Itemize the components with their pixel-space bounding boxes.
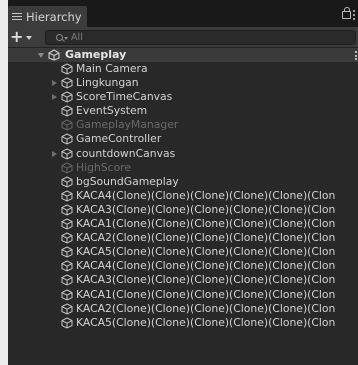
gameobject-cube-icon [61, 204, 73, 216]
gameobject-row[interactable]: Main Camera [8, 62, 358, 76]
gameobject-row[interactable]: bgSoundGameplay [8, 175, 358, 189]
gameobject-cube-icon [61, 176, 73, 188]
search-icon[interactable] [56, 34, 63, 41]
gameobject-row[interactable]: GameplayManager [8, 118, 358, 132]
gameobject-cube-icon [61, 147, 73, 160]
gameobject-row[interactable]: HighScore [8, 161, 358, 175]
gameobject-row[interactable]: KACA5(Clone)(Clone)(Clone)(Clone)(Clone)… [8, 316, 358, 330]
gameobject-cube-icon [61, 91, 73, 103]
foldout-expanded-icon[interactable] [38, 53, 44, 58]
gameobject-name: KACA1(Clone)(Clone)(Clone)(Clone)(Clone)… [76, 217, 336, 231]
gameobject-name: KACA4(Clone)(Clone)(Clone)(Clone)(Clone)… [76, 259, 336, 273]
gameobject-name: GameController [76, 132, 162, 146]
gameobject-name: countdownCanvas [76, 146, 176, 160]
gameobject-row[interactable]: KACA3(Clone)(Clone)(Clone)(Clone)(Clone)… [8, 273, 358, 287]
gameobject-row[interactable]: countdownCanvas [8, 147, 358, 161]
gameobject-row[interactable]: KACA2(Clone)(Clone)(Clone)(Clone)(Clone)… [8, 302, 358, 316]
gameobject-cube-icon [61, 288, 73, 301]
gameobject-cube-icon [61, 218, 73, 230]
scene-name: Gameplay [65, 48, 127, 61]
hierarchy-window: Hierarchy + Gameplay Ma [8, 0, 358, 365]
gameobject-name: Lingkungan [76, 76, 139, 90]
lock-icon[interactable] [342, 7, 351, 19]
gameobject-name: KACA2(Clone)(Clone)(Clone)(Clone)(Clone)… [76, 301, 336, 315]
gameobject-cube-icon [61, 232, 73, 244]
scene-row[interactable]: Gameplay [8, 48, 358, 62]
hamburger-menu-icon[interactable] [12, 12, 22, 21]
gameobject-name: KACA5(Clone)(Clone)(Clone)(Clone)(Clone)… [76, 245, 336, 259]
gameobject-cube-icon [61, 303, 73, 315]
tab-label: Hierarchy [26, 9, 82, 24]
gameobject-row[interactable]: KACA1(Clone)(Clone)(Clone)(Clone)(Clone)… [8, 288, 358, 302]
gameobject-name: KACA3(Clone)(Clone)(Clone)(Clone)(Clone)… [76, 273, 336, 287]
search-filter-dropdown-icon[interactable] [64, 37, 68, 40]
search-input[interactable] [71, 31, 341, 44]
gameobject-row[interactable]: KACA2(Clone)(Clone)(Clone)(Clone)(Clone)… [8, 231, 358, 245]
gameobject-cube-icon [61, 274, 73, 286]
hierarchy-toolbar: + [8, 27, 358, 48]
gameobject-cube-icon [61, 133, 73, 146]
gameobject-cube-icon [61, 63, 73, 75]
gameobject-name: KACA2(Clone)(Clone)(Clone)(Clone)(Clone)… [76, 231, 336, 245]
chevron-down-icon [26, 36, 33, 40]
gameobject-name: ScoreTimeCanvas [76, 90, 173, 104]
gameobject-cube-icon [61, 119, 73, 131]
gameobject-cube-icon [61, 246, 73, 258]
gameobject-cube-icon [61, 77, 73, 89]
gameobject-row[interactable]: KACA4(Clone)(Clone)(Clone)(Clone)(Clone)… [8, 189, 358, 203]
scene-kebab-menu-icon[interactable] [355, 51, 357, 60]
gameobject-name: KACA5(Clone)(Clone)(Clone)(Clone)(Clone)… [76, 315, 336, 329]
gameobject-name: HighScore [76, 160, 132, 174]
gameobject-row[interactable]: EventSystem [8, 104, 358, 118]
tab-hierarchy[interactable]: Hierarchy [8, 6, 87, 27]
plus-icon: + [10, 27, 24, 46]
gameobject-row[interactable]: KACA3(Clone)(Clone)(Clone)(Clone)(Clone)… [8, 203, 358, 217]
gameobject-row[interactable]: ScoreTimeCanvas [8, 90, 358, 104]
foldout-collapsed-icon[interactable] [52, 80, 57, 87]
gameobject-cube-icon [61, 162, 73, 174]
gameobject-row[interactable]: Lingkungan [8, 76, 358, 90]
tab-bar: Hierarchy [8, 0, 358, 27]
gameobject-row[interactable]: KACA5(Clone)(Clone)(Clone)(Clone)(Clone)… [8, 245, 358, 259]
gameobject-name: EventSystem [76, 104, 148, 118]
gameobject-cube-icon [61, 317, 73, 329]
gameobject-cube-icon [61, 105, 73, 117]
gameobject-name: KACA3(Clone)(Clone)(Clone)(Clone)(Clone)… [76, 202, 336, 216]
foldout-collapsed-icon[interactable] [52, 94, 57, 101]
hierarchy-tree: Gameplay Main Camera Lingkungan ScoreTimeC… [8, 48, 358, 330]
gameobject-row[interactable]: KACA4(Clone)(Clone)(Clone)(Clone)(Clone)… [8, 259, 358, 273]
foldout-collapsed-icon[interactable] [52, 150, 57, 157]
gameobject-row[interactable]: KACA1(Clone)(Clone)(Clone)(Clone)(Clone)… [8, 217, 358, 231]
unity-scene-icon [48, 49, 60, 61]
gameobject-name: GameplayManager [76, 118, 179, 132]
gameobject-row[interactable]: GameController [8, 132, 358, 146]
kebab-menu-icon[interactable] [353, 10, 355, 20]
gameobject-name: bgSoundGameplay [76, 174, 179, 188]
gameobject-name: KACA4(Clone)(Clone)(Clone)(Clone)(Clone)… [76, 188, 336, 202]
gameobject-cube-icon [61, 190, 73, 202]
add-object-button[interactable]: + [10, 28, 36, 46]
gameobject-cube-icon [61, 260, 73, 272]
gameobject-name: KACA1(Clone)(Clone)(Clone)(Clone)(Clone)… [76, 287, 336, 301]
gameobject-name: Main Camera [76, 62, 148, 75]
search-field[interactable] [45, 30, 356, 45]
